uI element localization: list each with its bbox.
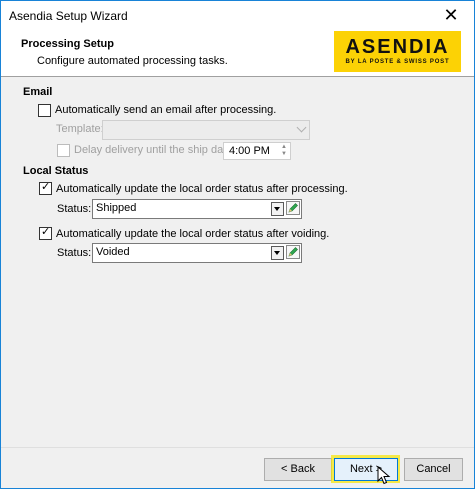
mouse-pointer-icon bbox=[377, 466, 391, 485]
setup-wizard-window: Asendia Setup Wizard ✕ Processing Setup … bbox=[0, 0, 475, 489]
logo-tagline: BY LA POSTE & SWISS POST bbox=[345, 59, 450, 65]
pencil-icon[interactable] bbox=[286, 245, 300, 259]
cancel-button[interactable]: Cancel bbox=[404, 458, 463, 481]
page-subtitle: Configure automated processing tasks. bbox=[37, 55, 228, 67]
logo-wordmark: ASENDIA bbox=[345, 36, 450, 58]
pencil-icon[interactable] bbox=[286, 201, 300, 215]
dropdown-arrow-icon[interactable] bbox=[271, 246, 284, 260]
dropdown-arrow-icon[interactable] bbox=[271, 202, 284, 216]
voiding-status-value: Voided bbox=[96, 246, 130, 258]
checkmark-icon: ✓ bbox=[41, 226, 51, 238]
send-email-checkbox[interactable] bbox=[38, 104, 51, 117]
window-title: Asendia Setup Wizard bbox=[9, 9, 128, 23]
processing-status-dropdown[interactable]: Shipped bbox=[92, 199, 302, 219]
send-email-label: Automatically send an email after proces… bbox=[55, 104, 277, 116]
footer-divider bbox=[1, 447, 474, 448]
title-bar: Asendia Setup Wizard ✕ bbox=[1, 1, 474, 30]
processing-status-label: Status: bbox=[57, 203, 92, 215]
voiding-status-dropdown[interactable]: Voided bbox=[92, 243, 302, 263]
asendia-logo: ASENDIA BY LA POSTE & SWISS POST bbox=[334, 31, 461, 72]
update-after-processing-checkbox[interactable]: ✓ bbox=[39, 181, 52, 195]
page-title: Processing Setup bbox=[21, 38, 114, 50]
delay-delivery-checkbox[interactable] bbox=[57, 144, 70, 157]
ship-time-value: 4:00 PM bbox=[229, 145, 270, 157]
local-status-section-heading: Local Status bbox=[23, 165, 89, 177]
delay-delivery-label: Delay delivery until the ship date at bbox=[74, 144, 245, 156]
wizard-header: Processing Setup Configure automated pro… bbox=[1, 30, 474, 77]
processing-status-value: Shipped bbox=[96, 202, 137, 214]
ship-time-picker[interactable]: 4:00 PM ▲ ▼ bbox=[223, 142, 291, 160]
checkmark-icon: ✓ bbox=[41, 181, 51, 193]
close-icon[interactable]: ✕ bbox=[428, 1, 474, 30]
update-after-voiding-label: Automatically update the local order sta… bbox=[56, 228, 330, 240]
voiding-status-label: Status: bbox=[57, 247, 92, 259]
spin-arrows-icon[interactable]: ▲ ▼ bbox=[279, 144, 289, 158]
email-section-heading: Email bbox=[23, 86, 53, 98]
update-after-voiding-checkbox[interactable]: ✓ bbox=[39, 226, 52, 240]
template-label: Template: bbox=[56, 123, 104, 135]
template-dropdown[interactable] bbox=[102, 120, 310, 140]
chevron-down-icon bbox=[296, 122, 307, 133]
back-button[interactable]: < Back bbox=[264, 458, 332, 481]
update-after-processing-label: Automatically update the local order sta… bbox=[56, 183, 348, 195]
